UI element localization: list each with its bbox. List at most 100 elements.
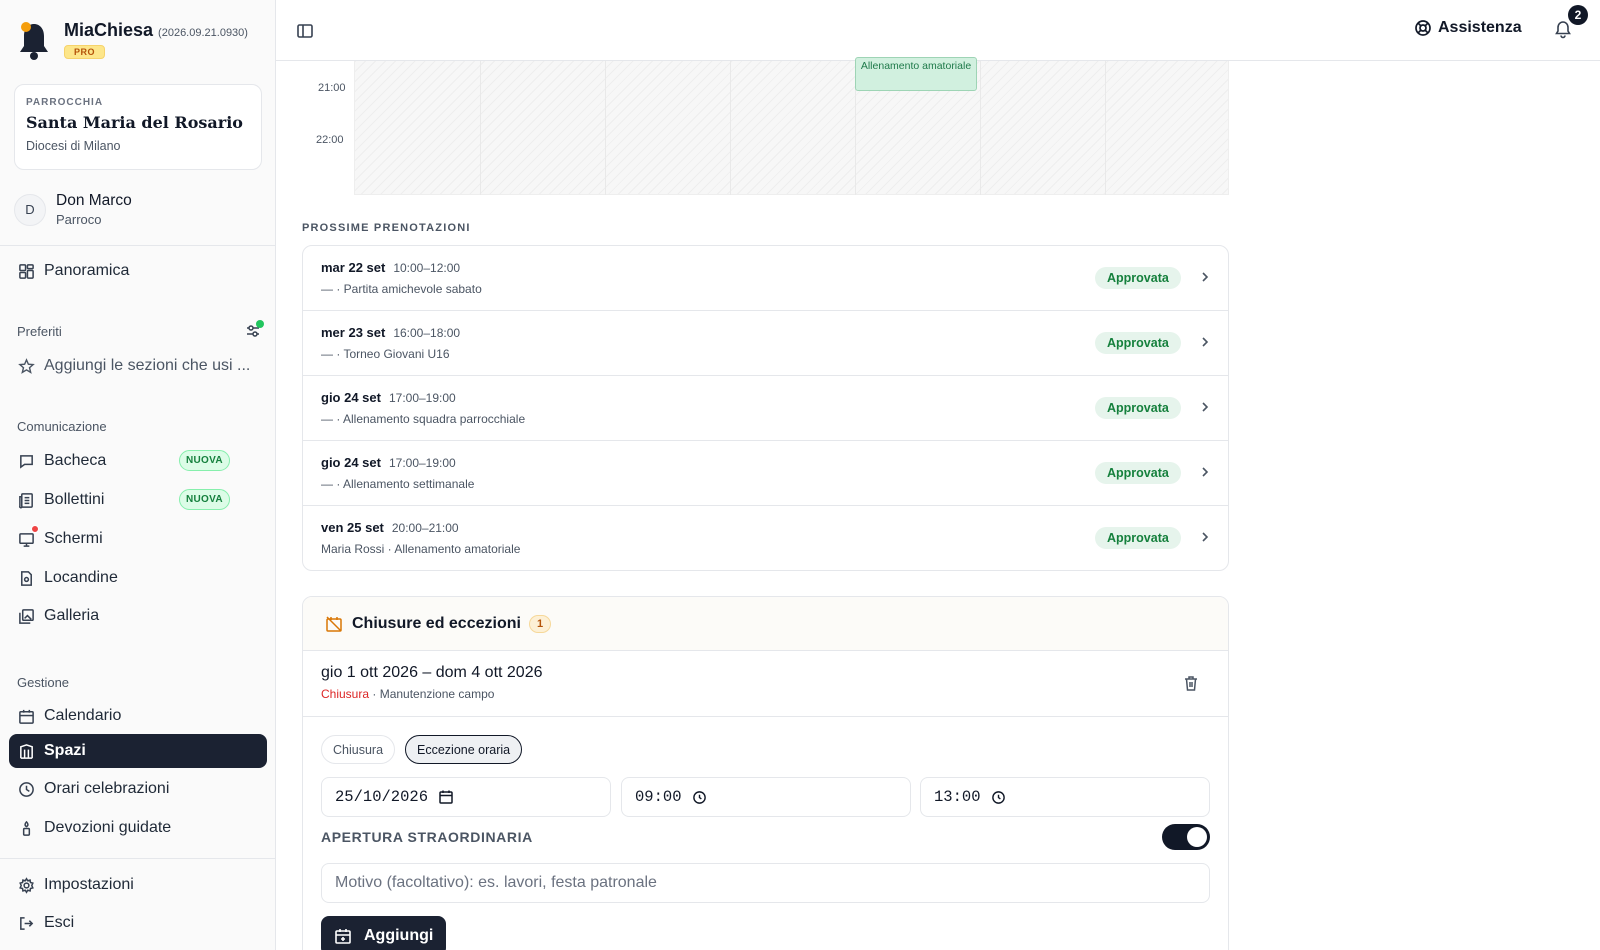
booking-description: — · Allenamento squadra parrocchiale xyxy=(321,412,526,426)
closures-card: Chiusure ed eccezioni 1 gio 1 ott 2026 –… xyxy=(302,596,1229,950)
calendar-plus-icon xyxy=(335,929,351,944)
calendar-grid[interactable]: Allenamento amatoriale xyxy=(354,57,1229,195)
booking-time: 17:00–19:00 xyxy=(388,456,456,470)
gallery-icon xyxy=(17,607,35,625)
status-badge: Approvata xyxy=(1095,397,1181,419)
calendar-icon xyxy=(17,707,35,725)
favorites-label: Preferiti xyxy=(17,324,62,339)
candle-icon xyxy=(17,819,35,837)
sidebar-item-label: Spazi xyxy=(44,742,86,759)
end-time-value: 13:00 xyxy=(934,788,981,806)
type-option-eccezione-oraria[interactable]: Eccezione oraria xyxy=(405,735,523,764)
booking-row[interactable]: gio 24 set 17:00–19:00 — · Allenamento s… xyxy=(303,376,1228,441)
booking-row[interactable]: ven 25 set 20:00–21:00 Maria Rossi · All… xyxy=(303,506,1228,570)
user-profile[interactable]: D Don Marco Parroco xyxy=(14,192,132,227)
notification-count-badge: 2 xyxy=(1568,5,1588,25)
chevron-right-icon xyxy=(1202,532,1209,542)
communication-label: Comunicazione xyxy=(17,419,107,434)
booking-row[interactable]: gio 24 set 17:00–19:00 — · Allenamento s… xyxy=(303,441,1228,506)
clock-icon[interactable] xyxy=(991,790,1006,805)
brand: MiaChiesa (2026.09.21.0930) PRO xyxy=(16,20,248,62)
avatar: D xyxy=(14,193,46,226)
sidebar-item-label: Devozioni guidate xyxy=(44,819,172,836)
sidebar-item-panoramica[interactable]: Panoramica xyxy=(9,254,267,288)
sidebar-item-orari-celebrazioni[interactable]: Orari celebrazioni xyxy=(9,772,267,806)
favorites-settings-icon[interactable] xyxy=(244,320,264,340)
reason-input[interactable] xyxy=(321,863,1210,903)
sidebar-item-label: Panoramica xyxy=(44,262,130,279)
sidebar-item-add-favorites[interactable]: Aggiungi le sezioni che usi ... xyxy=(9,349,267,383)
help-button[interactable]: Assistenza xyxy=(1414,19,1522,37)
booking-description: Maria Rossi · Allenamento amatoriale xyxy=(321,542,521,556)
sidebar-divider xyxy=(0,245,276,246)
newspaper-icon xyxy=(17,491,35,509)
parish-name: Santa Maria del Rosario xyxy=(26,113,243,132)
chevron-right-icon xyxy=(1202,402,1209,412)
booking-row[interactable]: mer 23 set 16:00–18:00 — · Torneo Giovan… xyxy=(303,311,1228,376)
sidebar-item-label: Locandine xyxy=(44,569,118,586)
lifebuoy-icon xyxy=(1415,20,1431,36)
booking-date: mar 22 set xyxy=(321,260,386,275)
date-value: 25/10/2026 xyxy=(335,788,429,806)
booking-description: — · Allenamento settimanale xyxy=(321,477,475,491)
sidebar-item-label: Orari celebrazioni xyxy=(44,780,170,797)
booking-time: 20:00–21:00 xyxy=(391,521,459,535)
user-name: Don Marco xyxy=(56,192,132,209)
sidebar-item-impostazioni[interactable]: Impostazioni xyxy=(9,868,267,902)
closures-count-badge: 1 xyxy=(528,614,552,633)
clock-icon[interactable] xyxy=(692,790,707,805)
trash-icon[interactable] xyxy=(1182,674,1200,692)
booking-time: 17:00–19:00 xyxy=(388,391,456,405)
start-time-input[interactable]: 09:00 xyxy=(621,777,911,817)
booking-date: mer 23 set xyxy=(321,325,386,340)
sidebar-item-bacheca[interactable]: Bacheca NUOVA xyxy=(9,444,267,478)
app-name: MiaChiesa xyxy=(64,20,154,40)
poster-icon xyxy=(17,569,35,587)
sidebar-item-spazi[interactable]: Spazi xyxy=(9,734,267,768)
chevron-right-icon xyxy=(1202,272,1209,282)
extraordinary-opening-toggle[interactable] xyxy=(1162,824,1210,850)
booking-date: gio 24 set xyxy=(321,455,381,470)
building-icon xyxy=(17,742,35,760)
screen-icon xyxy=(17,525,39,548)
topbar: Assistenza 2 xyxy=(276,0,1600,61)
time-label: 22:00 xyxy=(316,134,344,146)
closure-meta: Chiusura · Manutenzione campo xyxy=(321,687,1210,701)
booking-row[interactable]: mar 22 set 10:00–12:00 — · Partita amich… xyxy=(303,246,1228,311)
sidebar-item-label: Galleria xyxy=(44,607,100,624)
parish-card[interactable]: PARROCCHIA Santa Maria del Rosario Dioce… xyxy=(14,84,262,170)
bell-logo-icon xyxy=(20,22,48,60)
sidebar-item-schermi[interactable]: Schermi xyxy=(9,522,267,556)
sidebar-item-calendario[interactable]: Calendario xyxy=(9,699,267,733)
calendar-event[interactable]: Allenamento amatoriale xyxy=(855,57,977,91)
user-role: Parroco xyxy=(56,212,102,227)
notification-dot xyxy=(31,525,39,533)
sidebar-item-esci[interactable]: Esci xyxy=(9,906,267,940)
status-badge: Approvata xyxy=(1095,527,1181,549)
status-badge: Approvata xyxy=(1095,267,1181,289)
sidebar-item-devozioni-guidate[interactable]: Devozioni guidate xyxy=(9,811,267,845)
end-time-input[interactable]: 13:00 xyxy=(920,777,1210,817)
new-badge: NUOVA xyxy=(179,489,230,510)
start-time-value: 09:00 xyxy=(635,788,682,806)
type-option-chiusura[interactable]: Chiusura xyxy=(321,735,396,764)
parish-kicker: PARROCCHIA xyxy=(26,97,104,108)
sidebar-toggle-icon[interactable] xyxy=(295,21,315,41)
plan-badge: PRO xyxy=(64,45,106,59)
sidebar-item-galleria[interactable]: Galleria xyxy=(9,599,267,633)
time-label: 21:00 xyxy=(318,82,346,94)
gear-icon xyxy=(17,876,35,894)
closure-date-range: gio 1 ott 2026 – dom 4 ott 2026 xyxy=(321,664,543,681)
chevron-right-icon xyxy=(1202,467,1209,477)
dashboard-icon xyxy=(17,262,35,280)
sidebar-item-label: Bacheca xyxy=(44,452,107,469)
date-input[interactable]: 25/10/2026 xyxy=(321,777,611,817)
sidebar-item-locandine[interactable]: Locandine xyxy=(9,561,267,595)
closures-title: Chiusure ed eccezioni xyxy=(352,614,521,632)
calendar-picker-icon[interactable] xyxy=(438,789,454,805)
sidebar-item-bollettini[interactable]: Bollettini NUOVA xyxy=(9,483,267,517)
extraordinary-opening-label: APERTURA STRAORDINARIA xyxy=(321,829,533,845)
add-button[interactable]: Aggiungi xyxy=(321,916,447,950)
sidebar-divider xyxy=(0,858,276,859)
new-badge: NUOVA xyxy=(179,450,230,471)
